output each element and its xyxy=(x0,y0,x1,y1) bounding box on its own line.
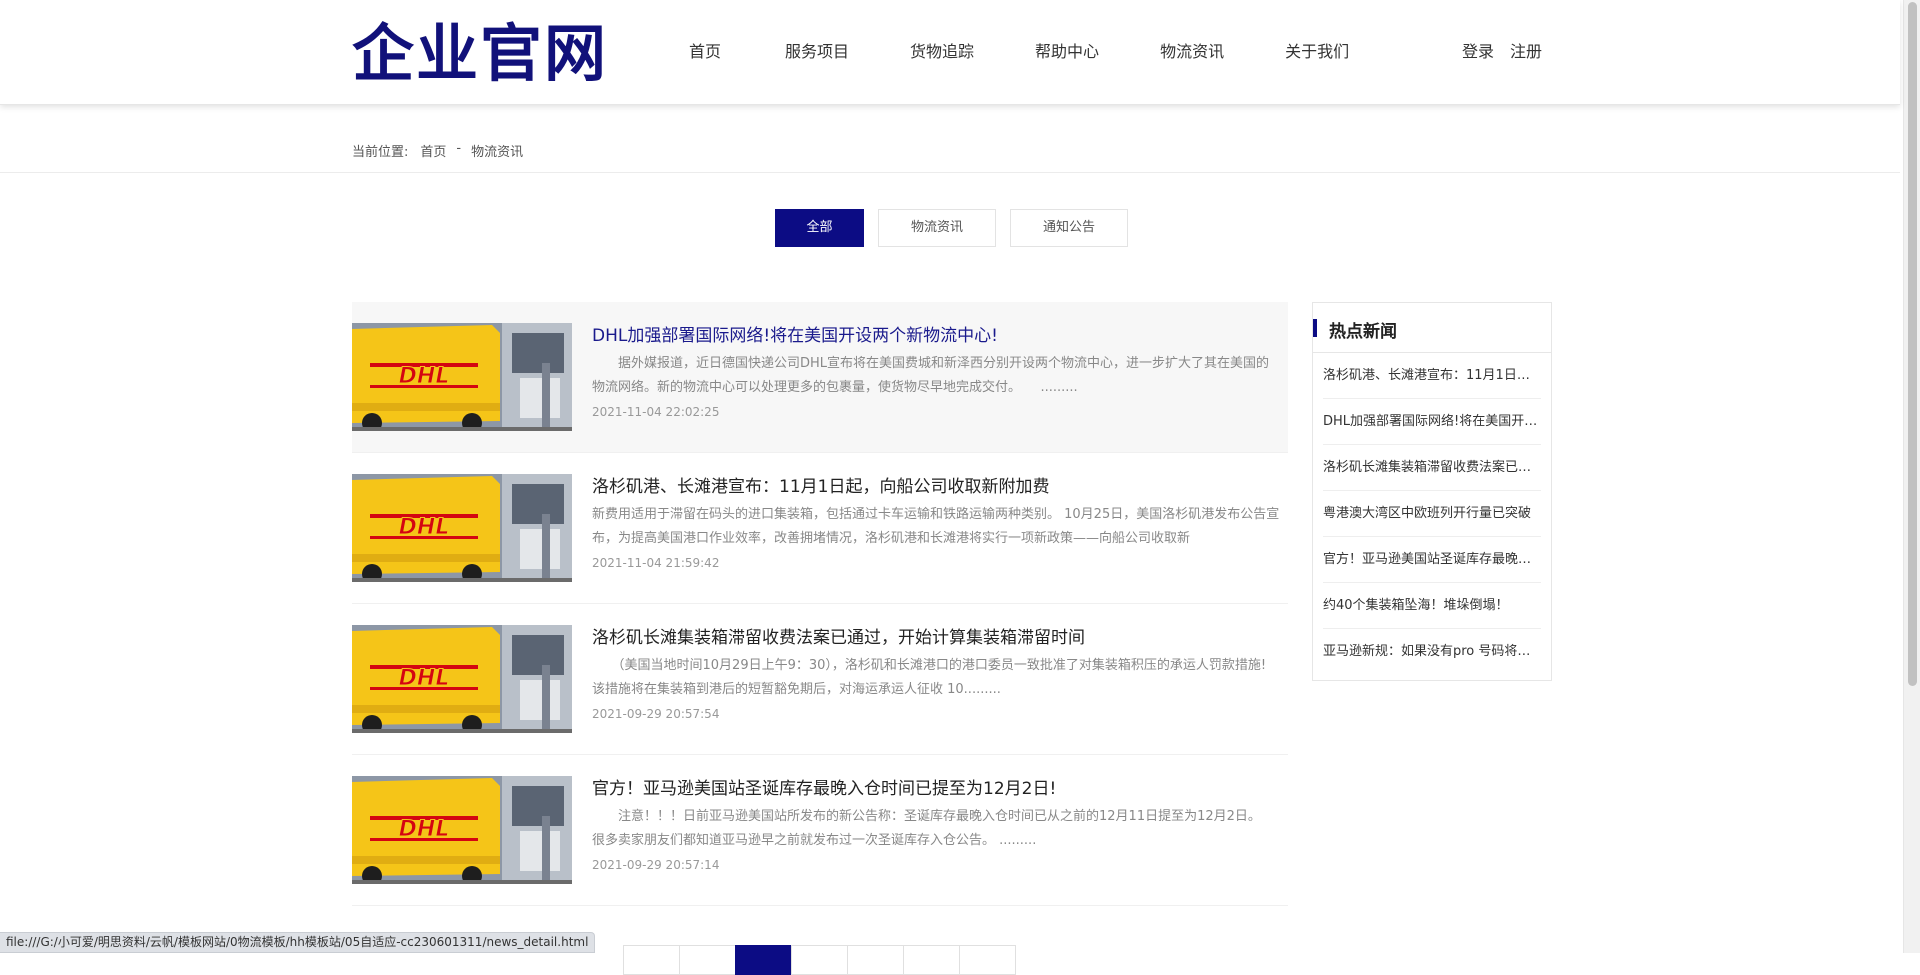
auth-links: 登录 注册 xyxy=(1462,0,1542,100)
page-scrollbar[interactable] xyxy=(1903,0,1920,953)
site-header: 企业官网 首页 服务项目 货物追踪 帮助中心 物流资讯 关于我们 登录 注册 xyxy=(0,0,1900,105)
news-item[interactable]: DHL 洛杉矶港、长滩港宣布：11月1日起，向船公司收取新附加费 新费用适用于滞… xyxy=(352,453,1288,604)
news-title[interactable]: 洛杉矶长滩集装箱滞留收费法案已通过，开始计算集装箱滞留时间 xyxy=(592,624,1282,652)
site-logo[interactable]: 企业官网 xyxy=(352,14,608,94)
hot-news-list: 洛杉矶港、长滩港宣布：11月1日起，向船公司收取新附加费 DHL加强部署国际网络… xyxy=(1313,353,1551,675)
breadcrumb-separator: - xyxy=(456,141,462,156)
sidebar-header: 热点新闻 xyxy=(1313,303,1551,353)
tab-all[interactable]: 全部 xyxy=(775,209,864,247)
breadcrumb-home[interactable]: 首页 xyxy=(420,141,446,160)
nav-tracking[interactable]: 货物追踪 xyxy=(910,38,974,62)
dhl-van-image: DHL xyxy=(352,625,572,733)
dhl-van-image: DHL xyxy=(352,323,572,431)
browser-status-url: file:///G:/小可爱/明思资料/云帆/模板网站/0物流模板/hh模板站/… xyxy=(0,932,596,953)
hot-news-item[interactable]: 约40个集装箱坠海！堆垛倒塌！ xyxy=(1323,583,1541,629)
nav-services[interactable]: 服务项目 xyxy=(785,38,849,62)
breadcrumb-current[interactable]: 物流资讯 xyxy=(471,141,523,160)
page-button[interactable] xyxy=(903,945,960,975)
dhl-logo-text: DHL xyxy=(399,666,450,691)
news-title[interactable]: 洛杉矶港、长滩港宣布：11月1日起，向船公司收取新附加费 xyxy=(592,473,1282,501)
news-thumbnail[interactable]: DHL xyxy=(352,323,572,431)
nav-help[interactable]: 帮助中心 xyxy=(1035,38,1099,62)
news-item[interactable]: DHL 官方！亚马逊美国站圣诞库存最晚入仓时间已提至为12月2日! 注意！！！日… xyxy=(352,755,1288,906)
dhl-logo-text: DHL xyxy=(399,364,450,389)
news-date: 2021-09-29 20:57:54 xyxy=(592,707,720,721)
page-button[interactable] xyxy=(959,945,1016,975)
page-button[interactable] xyxy=(679,945,736,975)
news-item[interactable]: DHL DHL加强部署国际网络!将在美国开设两个新物流中心! 据外媒报道，近日德… xyxy=(352,302,1288,453)
news-item[interactable]: DHL 洛杉矶长滩集装箱滞留收费法案已通过，开始计算集装箱滞留时间 （美国当地时… xyxy=(352,604,1288,755)
breadcrumb: 当前位置: 首页 - 物流资讯 xyxy=(352,141,523,160)
hot-news-item[interactable]: 洛杉矶港、长滩港宣布：11月1日起，向船公司收取新附加费 xyxy=(1323,353,1541,399)
dhl-van-image: DHL xyxy=(352,776,572,884)
news-date: 2021-11-04 22:02:25 xyxy=(592,405,720,419)
hot-news-item[interactable]: DHL加强部署国际网络!将在美国开设两个新物流中心! xyxy=(1323,399,1541,445)
page-button[interactable] xyxy=(623,945,680,975)
hot-news-sidebar: 热点新闻 洛杉矶港、长滩港宣布：11月1日起，向船公司收取新附加费 DHL加强部… xyxy=(1312,302,1552,681)
page-button-current[interactable] xyxy=(735,945,792,975)
news-date: 2021-11-04 21:59:42 xyxy=(592,556,720,570)
hot-news-item[interactable]: 亚马逊新规：如果没有pro 号码将被拒收 xyxy=(1323,629,1541,675)
category-tabs: 全部 物流资讯 通知公告 xyxy=(775,209,1128,247)
page-button[interactable] xyxy=(791,945,848,975)
news-thumbnail[interactable]: DHL xyxy=(352,474,572,582)
login-link[interactable]: 登录 xyxy=(1462,38,1494,62)
news-date: 2021-09-29 20:57:14 xyxy=(592,858,720,872)
breadcrumb-prefix: 当前位置: xyxy=(352,145,409,160)
scrollbar-thumb[interactable] xyxy=(1908,2,1917,686)
hot-news-item[interactable]: 官方！亚马逊美国站圣诞库存最晚入仓时间已提至为12月2日! xyxy=(1323,537,1541,583)
news-list: DHL DHL加强部署国际网络!将在美国开设两个新物流中心! 据外媒报道，近日德… xyxy=(352,302,1288,906)
tab-notices[interactable]: 通知公告 xyxy=(1010,209,1128,247)
news-summary: 新费用适用于滞留在码头的进口集装箱，包括通过卡车运输和铁路运输两种类别。 10月… xyxy=(592,507,1280,546)
breadcrumb-bar: 当前位置: 首页 - 物流资讯 xyxy=(0,105,1900,173)
news-summary: （美国当地时间10月29日上午9：30），洛杉矶和长滩港口的港口委员一致批准了对… xyxy=(592,658,1282,697)
news-thumbnail[interactable]: DHL xyxy=(352,625,572,733)
page-button[interactable] xyxy=(847,945,904,975)
hot-news-item[interactable]: 洛杉矶长滩集装箱滞留收费法案已通过，开始计算集装箱滞留时间 xyxy=(1323,445,1541,491)
sidebar-title: 热点新闻 xyxy=(1329,322,1397,342)
nav-about[interactable]: 关于我们 xyxy=(1285,38,1349,62)
pagination xyxy=(623,945,1016,975)
dhl-logo-text: DHL xyxy=(399,515,450,540)
hot-news-item[interactable]: 粤港澳大湾区中欧班列开行量已突破 xyxy=(1323,491,1541,537)
news-title[interactable]: 官方！亚马逊美国站圣诞库存最晚入仓时间已提至为12月2日! xyxy=(592,775,1282,803)
register-link[interactable]: 注册 xyxy=(1510,38,1542,62)
dhl-logo-text: DHL xyxy=(399,817,450,842)
news-summary: 据外媒报道，近日德国快递公司DHL宣布将在美国费城和新泽西分别开设两个物流中心，… xyxy=(592,356,1270,395)
news-summary: 注意！！！日前亚马逊美国站所发布的新公告称：圣诞库存最晚入仓时间已从之前的12月… xyxy=(592,809,1281,848)
news-thumbnail[interactable]: DHL xyxy=(352,776,572,884)
tab-logistics-news[interactable]: 物流资讯 xyxy=(878,209,996,247)
dhl-van-image: DHL xyxy=(352,474,572,582)
nav-news[interactable]: 物流资讯 xyxy=(1160,38,1224,62)
nav-home[interactable]: 首页 xyxy=(689,38,721,62)
main-nav: 首页 服务项目 货物追踪 帮助中心 物流资讯 关于我们 xyxy=(640,0,1349,100)
news-title[interactable]: DHL加强部署国际网络!将在美国开设两个新物流中心! xyxy=(592,322,1282,350)
